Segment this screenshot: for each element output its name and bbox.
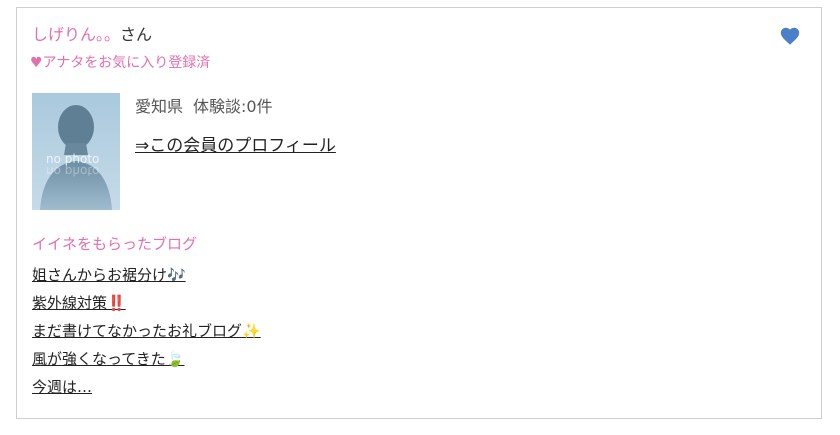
member-profile-link[interactable]: ⇒この会員のプロフィール [135, 135, 336, 157]
list-item: 紫外線対策‼️ [32, 292, 261, 320]
no-photo-label: no photo [46, 152, 99, 166]
heart-icon [780, 27, 800, 45]
avatar: no photo no photo [32, 93, 120, 210]
list-item: 姐さんからお裾分け🎶 [32, 264, 261, 292]
member-card: しげりん。。さん ♥アナタをお気に入り登録済 no photo no photo… [16, 7, 822, 419]
liked-blogs-heading: イイネをもらったブログ [32, 235, 198, 253]
liked-blogs-list: 姐さんからお裾分け🎶 紫外線対策‼️ まだ書けてなかったお礼ブログ✨ 風が強くな… [32, 264, 261, 404]
member-review-count: 体験談:0件 [193, 97, 273, 116]
no-photo-reflection: no photo [46, 164, 99, 178]
list-item: 今週は… [32, 376, 261, 404]
member-name[interactable]: しげりん。。 [32, 25, 120, 44]
member-prefecture: 愛知県 [135, 97, 184, 116]
member-info-row: 愛知県 体験談:0件 [135, 97, 273, 117]
no-photo-silhouette: no photo no photo [40, 105, 112, 210]
blog-link[interactable]: 紫外線対策‼️ [32, 294, 126, 312]
blog-link[interactable]: まだ書けてなかったお礼ブログ✨ [32, 322, 261, 340]
favorite-status: ♥アナタをお気に入り登録済 [30, 55, 211, 71]
blog-link[interactable]: 今週は… [32, 378, 92, 396]
blog-link[interactable]: 姐さんからお裾分け🎶 [32, 266, 186, 284]
list-item: まだ書けてなかったお礼ブログ✨ [32, 320, 261, 348]
favorite-heart-button[interactable] [779, 25, 801, 47]
list-item: 風が強くなってきた🍃 [32, 348, 261, 376]
blog-link[interactable]: 風が強くなってきた🍃 [32, 350, 184, 368]
member-honorific: さん [120, 25, 153, 44]
member-name-row: しげりん。。さん [32, 25, 152, 45]
